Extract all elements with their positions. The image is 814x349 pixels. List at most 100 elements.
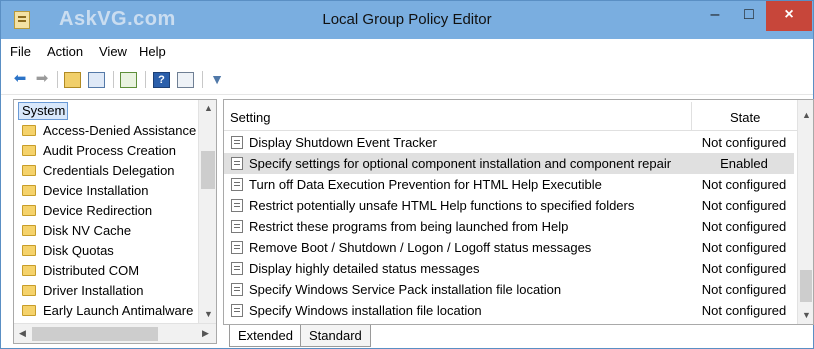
tree-item[interactable]: Audit Process Creation bbox=[14, 141, 197, 161]
scroll-up-icon[interactable]: ▲ bbox=[204, 103, 213, 113]
menu-help[interactable]: Help bbox=[139, 44, 166, 59]
column-header-state[interactable]: State bbox=[730, 110, 760, 125]
tree-item[interactable]: Distributed COM bbox=[14, 261, 197, 281]
menu-file[interactable]: File bbox=[10, 44, 31, 59]
setting-state: Not configured bbox=[701, 240, 787, 255]
forward-arrow-icon[interactable]: ➡ bbox=[33, 70, 51, 88]
tree-item[interactable]: Access-Denied Assistance bbox=[14, 121, 197, 141]
scroll-down-icon[interactable]: ▼ bbox=[802, 310, 811, 320]
tree-item-label: Driver Installation bbox=[43, 283, 144, 298]
folder-icon bbox=[22, 145, 36, 156]
setting-state: Not configured bbox=[701, 135, 787, 150]
list-scroll-thumb[interactable] bbox=[800, 270, 812, 302]
setting-state: Not configured bbox=[701, 261, 787, 276]
tree-scroll-thumb[interactable] bbox=[201, 151, 215, 189]
setting-name: Turn off Data Execution Prevention for H… bbox=[249, 177, 602, 192]
tree-item[interactable]: Device Redirection bbox=[14, 201, 197, 221]
setting-row[interactable]: Remove Boot / Shutdown / Logon / Logoff … bbox=[224, 237, 794, 258]
policy-setting-icon bbox=[231, 283, 243, 296]
setting-row-selected[interactable]: Specify settings for optional component … bbox=[224, 153, 794, 174]
maximize-button[interactable]: □ bbox=[734, 1, 764, 31]
setting-state: Not configured bbox=[701, 303, 787, 318]
up-folder-icon[interactable] bbox=[64, 72, 81, 88]
title-bar[interactable]: AskVG.com Local Group Policy Editor – □ … bbox=[1, 1, 813, 39]
help-icon[interactable]: ? bbox=[153, 72, 170, 88]
setting-state: Not configured bbox=[701, 282, 787, 297]
folder-icon bbox=[22, 285, 36, 296]
tree-item-label: Device Installation bbox=[43, 183, 149, 198]
policy-setting-icon bbox=[231, 136, 243, 149]
filter-icon[interactable]: ▼ bbox=[208, 70, 226, 88]
menu-action[interactable]: Action bbox=[47, 44, 83, 59]
tree-pane: System Access-Denied Assistance Audit Pr… bbox=[13, 99, 217, 344]
setting-name: Restrict potentially unsafe HTML Help fu… bbox=[249, 198, 635, 213]
setting-name: Specify Windows Service Pack installatio… bbox=[249, 282, 562, 297]
tree-item-label: Distributed COM bbox=[43, 263, 140, 278]
tree-hscroll-thumb[interactable] bbox=[32, 327, 158, 341]
folder-icon bbox=[22, 125, 36, 136]
column-header-setting[interactable]: Setting bbox=[230, 110, 270, 125]
tab-standard[interactable]: Standard bbox=[300, 325, 371, 347]
view-icon[interactable] bbox=[177, 72, 194, 88]
tree-item[interactable]: Early Launch Antimalware bbox=[14, 301, 197, 321]
setting-row[interactable]: Restrict potentially unsafe HTML Help fu… bbox=[224, 195, 794, 216]
setting-row[interactable]: Restrict these programs from being launc… bbox=[224, 216, 794, 237]
tree-item-label: Audit Process Creation bbox=[43, 143, 176, 158]
list-vertical-scrollbar[interactable]: ▲ ▼ bbox=[797, 100, 813, 324]
tree-vertical-scrollbar[interactable]: ▲ ▼ bbox=[198, 100, 216, 323]
policy-setting-icon bbox=[231, 304, 243, 317]
setting-row[interactable]: Display Shutdown Event Tracker Not config… bbox=[224, 132, 794, 153]
toolbar: ⬅ ➡ ? ▼ bbox=[1, 63, 813, 95]
setting-row[interactable]: Turn off Data Execution Prevention for H… bbox=[224, 174, 794, 195]
setting-state: Not configured bbox=[701, 177, 787, 192]
tree-item[interactable]: Driver Installation bbox=[14, 281, 197, 301]
menu-view[interactable]: View bbox=[99, 44, 127, 59]
settings-list: Setting State Display Shutdown Event Tra… bbox=[223, 99, 814, 325]
show-hide-tree-icon[interactable] bbox=[88, 72, 105, 88]
setting-name: Restrict these programs from being launc… bbox=[249, 219, 569, 234]
tree-root-system[interactable]: System bbox=[18, 102, 68, 120]
close-button[interactable]: × bbox=[766, 1, 812, 31]
tree-item[interactable]: Disk Quotas bbox=[14, 241, 197, 261]
folder-icon bbox=[22, 245, 36, 256]
menu-bar: File Action View Help bbox=[1, 39, 813, 63]
app-window: AskVG.com Local Group Policy Editor – □ … bbox=[0, 0, 814, 349]
tree-item-label: Early Launch Antimalware bbox=[43, 303, 194, 318]
setting-name: Display Shutdown Event Tracker bbox=[249, 135, 437, 150]
tree-item[interactable]: Device Installation bbox=[14, 181, 197, 201]
folder-icon bbox=[22, 205, 36, 216]
tree-item-label: Disk NV Cache bbox=[43, 223, 132, 238]
toolbar-separator bbox=[145, 71, 146, 88]
setting-name: Specify Windows installation file locati… bbox=[249, 303, 482, 318]
policy-setting-icon bbox=[231, 157, 243, 170]
back-arrow-icon[interactable]: ⬅ bbox=[11, 70, 29, 88]
tree-item-label: Access-Denied Assistance bbox=[43, 123, 197, 138]
tree-horizontal-scrollbar[interactable]: ◀ ▶ bbox=[14, 323, 216, 343]
export-list-icon[interactable] bbox=[120, 72, 137, 88]
folder-icon bbox=[22, 225, 36, 236]
setting-row[interactable]: Display highly detailed status messages N… bbox=[224, 258, 794, 279]
scroll-down-icon[interactable]: ▼ bbox=[204, 309, 213, 319]
setting-name: Display highly detailed status messages bbox=[249, 261, 480, 276]
setting-name: Remove Boot / Shutdown / Logon / Logoff … bbox=[249, 240, 592, 255]
column-divider[interactable] bbox=[691, 102, 692, 130]
minimize-button[interactable]: – bbox=[700, 1, 730, 31]
folder-icon bbox=[22, 185, 36, 196]
setting-row[interactable]: Specify Windows Service Pack installatio… bbox=[224, 279, 794, 300]
tab-extended[interactable]: Extended bbox=[229, 325, 302, 347]
scroll-left-icon[interactable]: ◀ bbox=[19, 328, 26, 339]
list-header: Setting State bbox=[224, 100, 799, 131]
policy-setting-icon bbox=[231, 262, 243, 275]
setting-row[interactable]: Specify Windows installation file locati… bbox=[224, 300, 794, 321]
tree-item-label: Credentials Delegation bbox=[43, 163, 175, 178]
tree-item[interactable]: Disk NV Cache bbox=[14, 221, 197, 241]
policy-setting-icon bbox=[231, 178, 243, 191]
tree-item[interactable]: Credentials Delegation bbox=[14, 161, 197, 181]
scroll-up-icon[interactable]: ▲ bbox=[802, 110, 811, 120]
scroll-right-icon[interactable]: ▶ bbox=[202, 328, 209, 339]
tree-item-label: Disk Quotas bbox=[43, 243, 114, 258]
view-tabs: Extended Standard bbox=[223, 325, 814, 349]
folder-icon bbox=[22, 165, 36, 176]
toolbar-separator bbox=[57, 71, 58, 88]
policy-setting-icon bbox=[231, 220, 243, 233]
